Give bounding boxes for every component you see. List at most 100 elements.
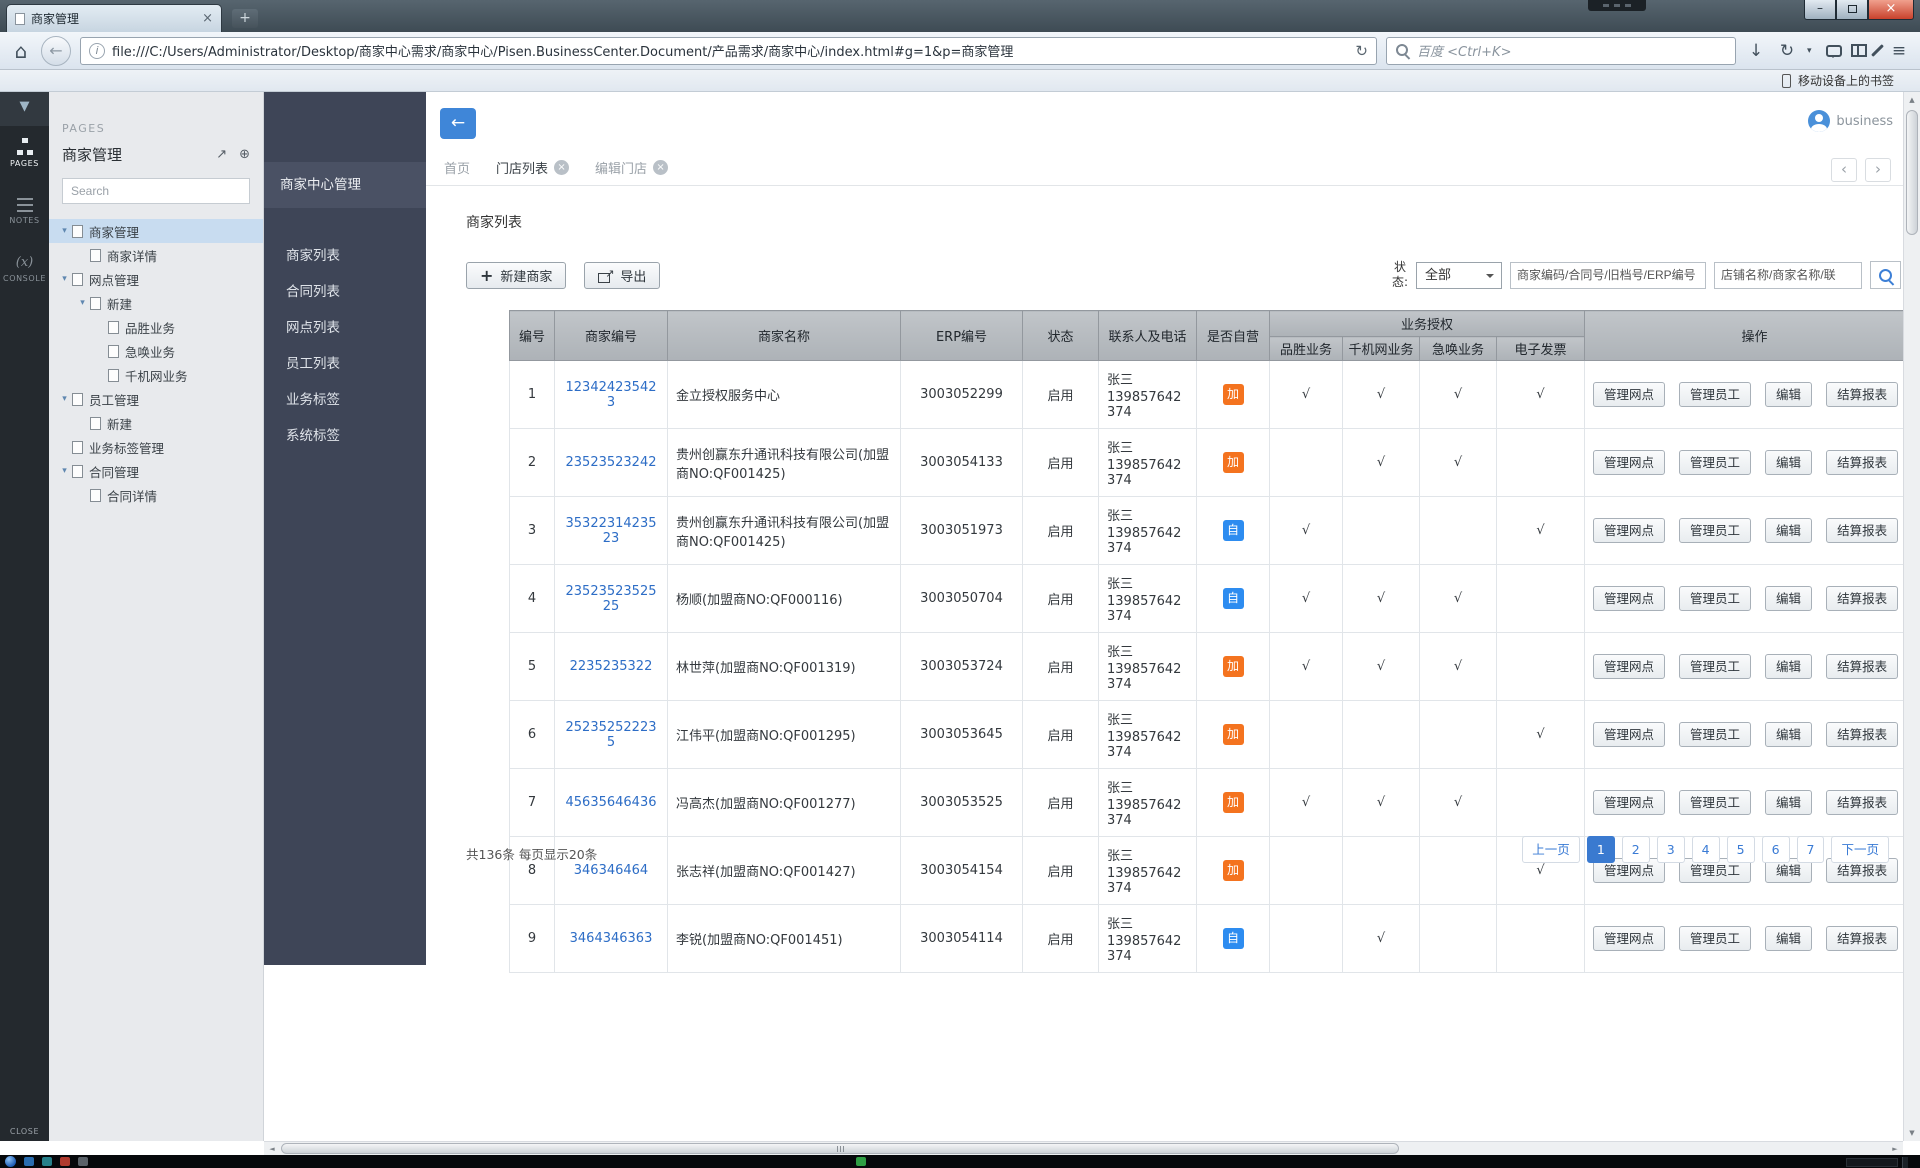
- op-button[interactable]: 管理员工: [1679, 722, 1751, 747]
- scroll-right-icon[interactable]: ►: [1887, 1142, 1903, 1156]
- app-tab[interactable]: 门店列表×: [496, 158, 569, 177]
- op-button[interactable]: 管理员工: [1679, 654, 1751, 679]
- merchant-code-link[interactable]: 3464346363: [570, 931, 653, 946]
- op-button[interactable]: 编辑: [1765, 518, 1812, 543]
- prev-page-button[interactable]: 上一页: [1522, 836, 1580, 863]
- tray-clock-area[interactable]: [1846, 1158, 1898, 1167]
- user-widget[interactable]: business: [1808, 110, 1893, 132]
- op-button[interactable]: 结算报表: [1826, 450, 1898, 475]
- status-select[interactable]: 全部: [1416, 262, 1502, 289]
- merchant-code-link[interactable]: 23523523242: [566, 455, 657, 470]
- op-button[interactable]: 管理网点: [1593, 790, 1665, 815]
- tree-item[interactable]: 合同详情: [49, 483, 263, 507]
- horizontal-scrollbar[interactable]: ◄ ►: [264, 1141, 1903, 1155]
- export-button[interactable]: 导出: [584, 262, 660, 289]
- op-button[interactable]: 编辑: [1765, 450, 1812, 475]
- collapse-chevron-icon[interactable]: ▼: [0, 92, 49, 126]
- rail-item-notes[interactable]: NOTES: [0, 198, 49, 225]
- op-button[interactable]: 管理员工: [1679, 450, 1751, 475]
- scroll-down-icon[interactable]: ▼: [1904, 1125, 1920, 1141]
- reload-icon[interactable]: ↻: [1355, 42, 1368, 60]
- page-back-button[interactable]: ←: [440, 108, 476, 139]
- app-tab-close-icon[interactable]: ×: [653, 160, 668, 175]
- history-dropdown-icon[interactable]: ▾: [1807, 46, 1817, 56]
- side-menu-item[interactable]: 商家列表: [264, 238, 426, 274]
- side-menu-item[interactable]: 业务标签: [264, 382, 426, 418]
- tree-item[interactable]: ▾员工管理: [49, 387, 263, 411]
- back-icon[interactable]: ←: [41, 36, 71, 66]
- pen-icon[interactable]: [1871, 44, 1884, 57]
- tree-item[interactable]: ▾商家管理: [49, 219, 263, 243]
- taskbar-app-icon[interactable]: [24, 1157, 34, 1166]
- op-button[interactable]: 管理员工: [1679, 518, 1751, 543]
- op-button[interactable]: 管理员工: [1679, 926, 1751, 951]
- op-button[interactable]: 结算报表: [1826, 722, 1898, 747]
- app-tab[interactable]: 首页: [444, 158, 470, 177]
- history-icon[interactable]: ↻: [1776, 41, 1798, 61]
- op-button[interactable]: 结算报表: [1826, 586, 1898, 611]
- tree-expand-icon[interactable]: ▾: [57, 394, 72, 404]
- op-button[interactable]: 管理网点: [1593, 450, 1665, 475]
- op-button[interactable]: 管理网点: [1593, 926, 1665, 951]
- page-number-button[interactable]: 5: [1727, 836, 1755, 863]
- page-number-button[interactable]: 6: [1762, 836, 1790, 863]
- page-number-button[interactable]: 2: [1622, 836, 1650, 863]
- tree-item[interactable]: 业务标签管理: [49, 435, 263, 459]
- horizontal-scrollbar-thumb[interactable]: [281, 1143, 1399, 1154]
- scroll-up-icon[interactable]: ▲: [1904, 92, 1920, 108]
- op-button[interactable]: 管理员工: [1679, 790, 1751, 815]
- page-number-button[interactable]: 7: [1797, 836, 1825, 863]
- op-button[interactable]: 结算报表: [1826, 518, 1898, 543]
- merchant-code-link[interactable]: 2352352352525: [566, 584, 657, 614]
- rail-item-console[interactable]: (x) CONSOLE: [0, 255, 49, 283]
- merchant-code-filter-input[interactable]: [1510, 262, 1706, 289]
- new-tab-button[interactable]: +: [232, 9, 258, 28]
- op-button[interactable]: 管理网点: [1593, 518, 1665, 543]
- mobile-bookmarks-label[interactable]: 移动设备上的书签: [1798, 72, 1894, 89]
- new-merchant-button[interactable]: + 新建商家: [466, 262, 566, 289]
- url-bar[interactable]: i file:///C:/Users/Administrator/Desktop…: [80, 37, 1377, 65]
- tree-item[interactable]: 急唤业务: [49, 339, 263, 363]
- op-button[interactable]: 编辑: [1765, 722, 1812, 747]
- open-page-icon[interactable]: ↗: [216, 147, 227, 162]
- merchant-code-link[interactable]: 3532231423523: [566, 516, 657, 546]
- merchant-code-link[interactable]: 2235235322: [570, 659, 653, 674]
- op-button[interactable]: 管理网点: [1593, 654, 1665, 679]
- app-tab-close-icon[interactable]: ×: [554, 160, 569, 175]
- merchant-code-link[interactable]: 45635646436: [566, 795, 657, 810]
- side-menu-item[interactable]: 员工列表: [264, 346, 426, 382]
- vertical-scrollbar[interactable]: ▲ ▼: [1903, 92, 1920, 1141]
- download-icon[interactable]: ↓: [1745, 41, 1767, 61]
- window-close-button[interactable]: ×: [1868, 0, 1914, 20]
- browser-search-box[interactable]: 百度 <Ctrl+K>: [1386, 37, 1736, 65]
- op-button[interactable]: 结算报表: [1826, 654, 1898, 679]
- merchant-code-link[interactable]: 123424235423: [566, 380, 657, 410]
- side-menu-item[interactable]: 网点列表: [264, 310, 426, 346]
- op-button[interactable]: 结算报表: [1826, 790, 1898, 815]
- op-button[interactable]: 管理网点: [1593, 382, 1665, 407]
- page-number-button[interactable]: 3: [1657, 836, 1685, 863]
- tree-item[interactable]: ▾新建: [49, 291, 263, 315]
- window-maximize-button[interactable]: [1836, 0, 1868, 20]
- tree-item[interactable]: 千机网业务: [49, 363, 263, 387]
- taskbar-app-icon[interactable]: [78, 1157, 88, 1166]
- table-search-button[interactable]: [1870, 261, 1901, 289]
- op-button[interactable]: 管理员工: [1679, 586, 1751, 611]
- window-minimize-button[interactable]: –: [1804, 0, 1836, 20]
- tree-item[interactable]: ▾合同管理: [49, 459, 263, 483]
- tab-close-icon[interactable]: ×: [202, 11, 213, 26]
- panels-icon[interactable]: [1851, 44, 1867, 57]
- tree-expand-icon[interactable]: ▾: [57, 466, 72, 476]
- op-button[interactable]: 管理员工: [1679, 382, 1751, 407]
- add-page-icon[interactable]: ⊕: [239, 147, 250, 162]
- merchant-code-link[interactable]: 346346464: [574, 863, 648, 878]
- rail-close-button[interactable]: CLOSE: [0, 1127, 49, 1136]
- taskbar-app-icon[interactable]: [42, 1157, 52, 1166]
- browser-tab[interactable]: 商家管理 ×: [6, 4, 222, 32]
- taskbar-app-icon[interactable]: [60, 1157, 70, 1166]
- page-number-button[interactable]: 4: [1692, 836, 1720, 863]
- op-button[interactable]: 编辑: [1765, 790, 1812, 815]
- op-button[interactable]: 结算报表: [1826, 382, 1898, 407]
- tree-item[interactable]: 新建: [49, 411, 263, 435]
- op-button[interactable]: 结算报表: [1826, 926, 1898, 951]
